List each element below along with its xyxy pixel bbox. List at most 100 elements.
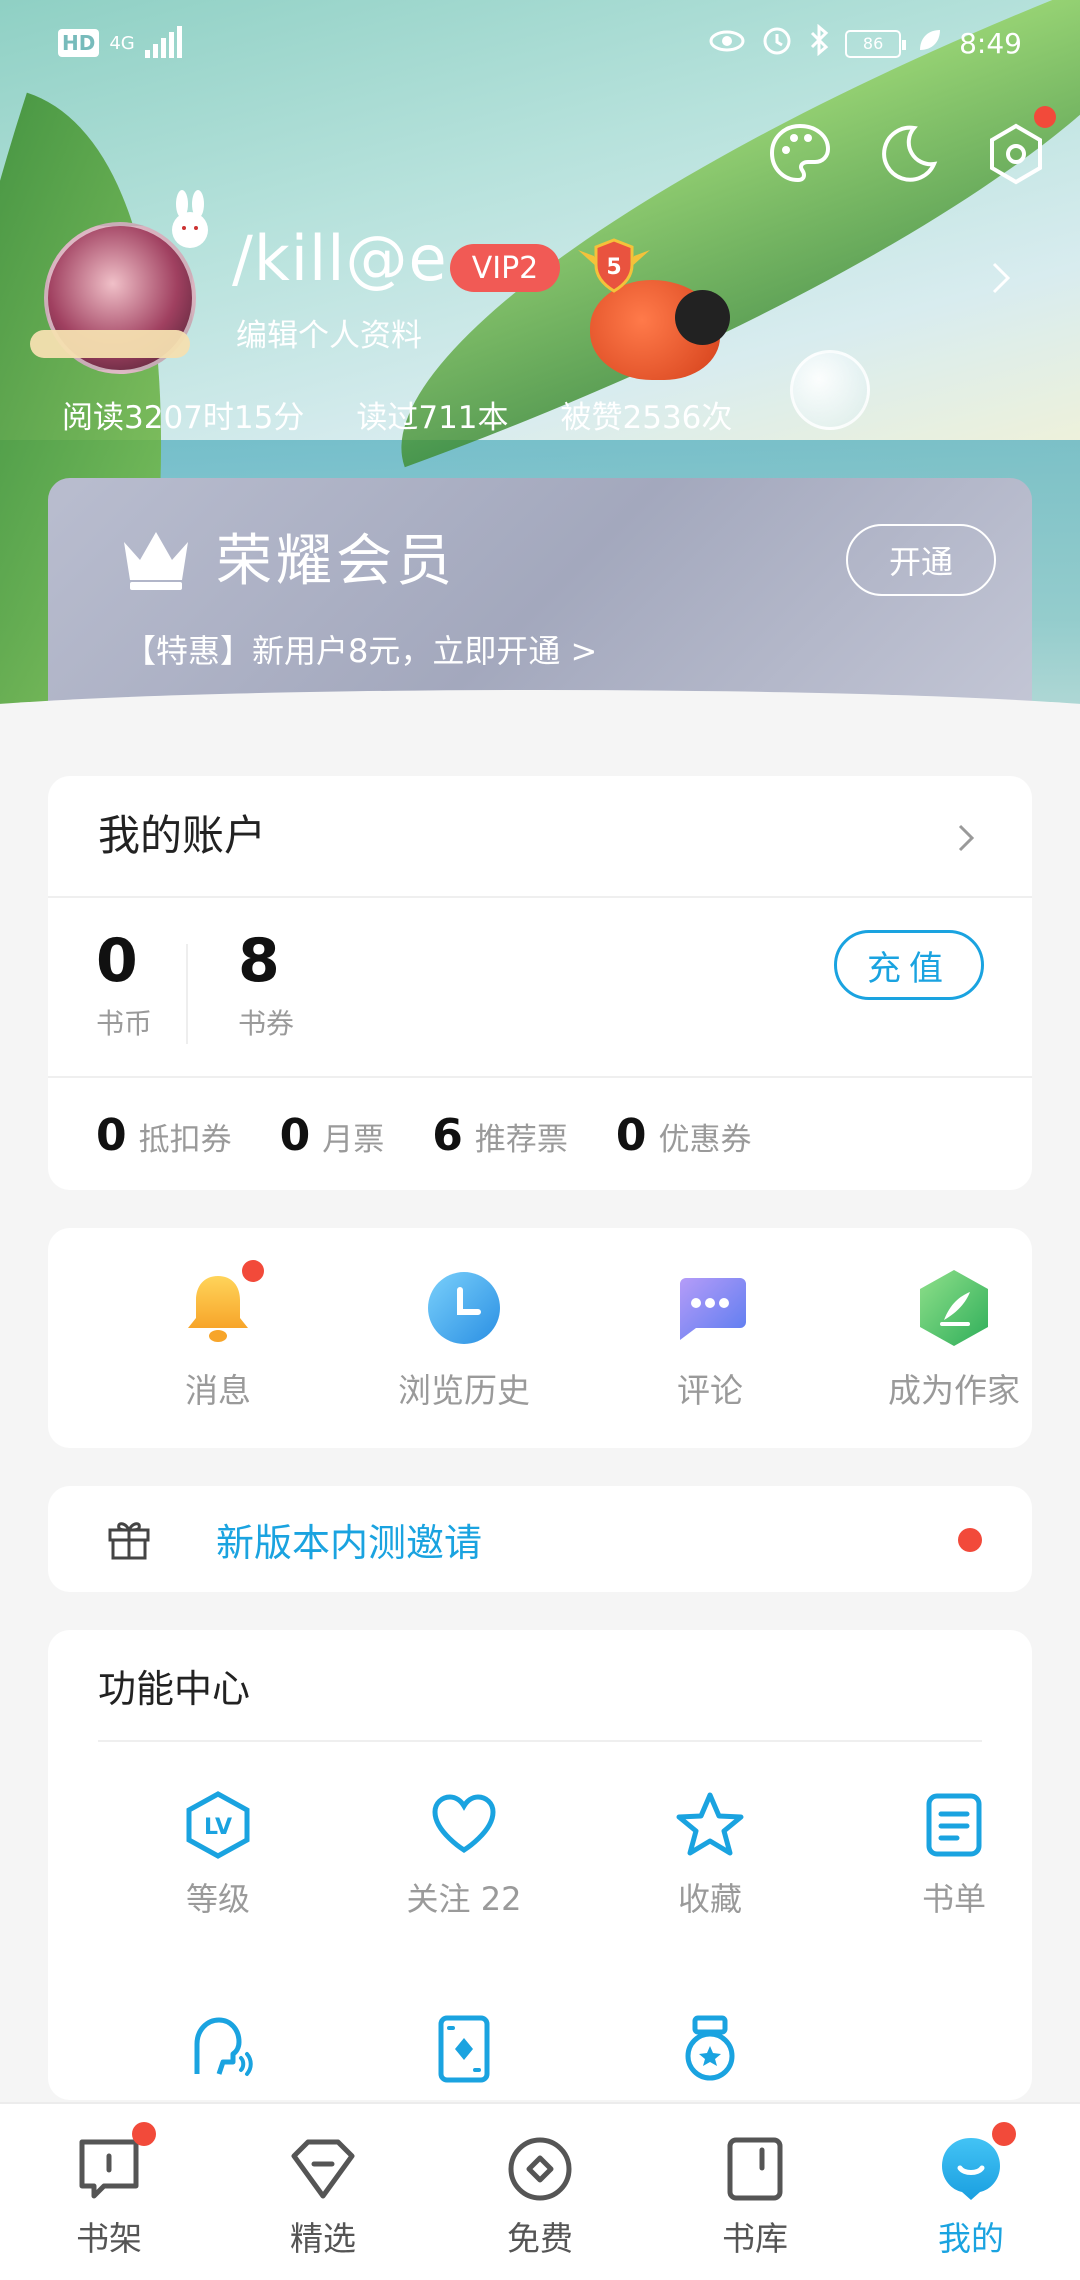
star-icon <box>675 1790 745 1860</box>
notification-dot <box>958 1528 982 1552</box>
function-center-card: 功能中心 LV 等级 关注 22 收藏 书单 <box>48 1630 1032 2100</box>
ticket-count: 0 <box>96 1110 127 1161</box>
nav-profile[interactable]: 我的 <box>886 2122 1056 2260</box>
likes-stat[interactable]: 被赞2536次 <box>561 392 733 437</box>
profile-header: HD 4G 86 8:49 /kill@e VIP2 5 编辑个人资料 阅读32… <box>0 0 1080 720</box>
vip-promo-text[interactable]: 【特惠】新用户8元，立即开通 > <box>124 626 597 672</box>
chevron-right-icon[interactable] <box>986 258 1016 298</box>
quick-action-label: 评论 <box>677 1371 743 1410</box>
chevron-right-icon[interactable] <box>952 818 980 858</box>
booklist-button[interactable]: 书单 <box>854 1790 1054 1920</box>
account-card: 我的账户 0 书币 8 书券 充值 0 抵扣券 0 月票 6 推荐票 0 优惠券 <box>48 776 1032 1190</box>
theme-palette-button[interactable] <box>766 120 834 188</box>
level-icon: LV <box>183 1790 253 1860</box>
medal-feature-button[interactable] <box>610 2014 810 2084</box>
battery-icon: 86 <box>845 29 907 58</box>
account-title[interactable]: 我的账户 <box>98 802 266 863</box>
username[interactable]: /kill@e <box>232 222 448 295</box>
bookshelf-icon <box>74 2122 156 2204</box>
coins-balance[interactable]: 0 书币 <box>96 926 152 1042</box>
card-feature-button[interactable] <box>364 2014 564 2084</box>
nav-label: 免费 <box>507 2219 573 2258</box>
nav-library[interactable]: 书库 <box>670 2134 840 2260</box>
bottom-navigation: 书架 精选 免费 书库 我的 <box>0 2102 1080 2280</box>
ticket-label: 月票 <box>322 1122 385 1158</box>
ticket-count: 6 <box>432 1110 463 1161</box>
level-shield-icon[interactable]: 5 <box>576 236 652 296</box>
function-label: 书单 <box>921 1880 986 1918</box>
notification-dot <box>242 1260 264 1282</box>
diamond-icon <box>288 2134 358 2204</box>
reading-time-stat[interactable]: 阅读3207时15分 <box>62 392 304 437</box>
edit-profile-link[interactable]: 编辑个人资料 <box>236 310 422 355</box>
beta-invite-banner[interactable]: 新版本内测邀请 <box>48 1486 1032 1592</box>
quick-action-label: 浏览历史 <box>398 1371 530 1410</box>
divider <box>98 1740 982 1742</box>
recommend-ticket[interactable]: 6 推荐票 <box>432 1110 568 1161</box>
comments-button[interactable]: 评论 <box>610 1268 810 1412</box>
quick-actions-card: 消息 浏览历史 评论 成为作家 <box>48 1228 1032 1448</box>
nav-label: 书库 <box>722 2219 788 2258</box>
recharge-button[interactable]: 充值 <box>834 930 984 1000</box>
vouchers-value: 8 <box>238 926 280 996</box>
library-icon <box>720 2134 790 2204</box>
moon-icon <box>882 125 938 182</box>
monthly-ticket[interactable]: 0 月票 <box>280 1110 385 1161</box>
level-button[interactable]: LV 等级 <box>118 1790 318 1920</box>
clock-icon <box>424 1268 504 1348</box>
notification-dot <box>132 2122 156 2146</box>
vouchers-label: 书券 <box>238 1007 295 1040</box>
medal-icon <box>675 2014 745 2084</box>
free-icon <box>505 2134 575 2204</box>
tickets-row: 0 抵扣券 0 月票 6 推荐票 0 优惠券 <box>96 1110 752 1161</box>
nav-free[interactable]: 免费 <box>455 2134 625 2260</box>
messages-button[interactable]: 消息 <box>118 1260 318 1412</box>
divider <box>186 944 188 1044</box>
settings-hex-icon <box>990 123 1042 185</box>
ticket-label: 优惠券 <box>658 1122 752 1158</box>
palette-icon <box>769 123 831 183</box>
leaf-icon <box>917 27 943 60</box>
voice-head-icon <box>183 2014 253 2084</box>
signal-icon <box>144 26 182 58</box>
crown-icon <box>118 526 194 592</box>
following-button[interactable]: 关注 22 <box>364 1790 564 1920</box>
function-center-title: 功能中心 <box>98 1667 251 1711</box>
history-button[interactable]: 浏览历史 <box>364 1268 564 1412</box>
ticket-label: 推荐票 <box>474 1122 568 1158</box>
ticket-count: 0 <box>615 1110 647 1161</box>
settings-button[interactable] <box>982 106 1056 188</box>
coins-value: 0 <box>96 926 138 996</box>
become-author-button[interactable]: 成为作家 <box>854 1268 1054 1412</box>
notification-dot <box>1034 106 1056 128</box>
nav-featured[interactable]: 精选 <box>238 2134 408 2260</box>
bubble-illustration <box>790 350 870 430</box>
night-mode-button[interactable] <box>874 120 942 188</box>
quick-action-label: 成为作家 <box>888 1371 1020 1410</box>
card-icon <box>429 2014 499 2084</box>
vip-title: 荣耀会员 <box>216 529 456 594</box>
deduction-ticket[interactable]: 0 抵扣券 <box>96 1110 232 1161</box>
bluetooth-icon <box>809 23 829 63</box>
books-read-stat[interactable]: 读过711本 <box>356 392 508 437</box>
vip-badge[interactable]: VIP2 <box>450 244 560 292</box>
coupon-ticket[interactable]: 0 优惠券 <box>616 1110 752 1161</box>
status-bar: HD 4G 86 8:49 <box>0 0 1080 90</box>
function-label: 关注 22 <box>406 1880 522 1918</box>
nav-bookshelf[interactable]: 书架 <box>24 2122 194 2260</box>
vouchers-balance[interactable]: 8 书券 <box>238 926 294 1042</box>
avatar-frame-cloud <box>30 330 190 358</box>
bell-icon <box>178 1260 264 1348</box>
nav-label: 我的 <box>938 2219 1004 2258</box>
gift-icon <box>106 1516 152 1562</box>
function-label: 等级 <box>185 1880 250 1918</box>
bunny-decoration-icon <box>160 190 220 260</box>
invite-text: 新版本内测邀请 <box>216 1521 483 1565</box>
vip-open-button[interactable]: 开通 <box>846 524 996 596</box>
vip-membership-card[interactable]: 荣耀会员 开通 【特惠】新用户8元，立即开通 > <box>48 478 1032 720</box>
function-label: 收藏 <box>677 1880 742 1918</box>
voice-feature-button[interactable] <box>118 2014 318 2084</box>
favorites-button[interactable]: 收藏 <box>610 1790 810 1920</box>
booklist-icon <box>919 1790 989 1860</box>
network-type: 4G <box>109 32 135 54</box>
